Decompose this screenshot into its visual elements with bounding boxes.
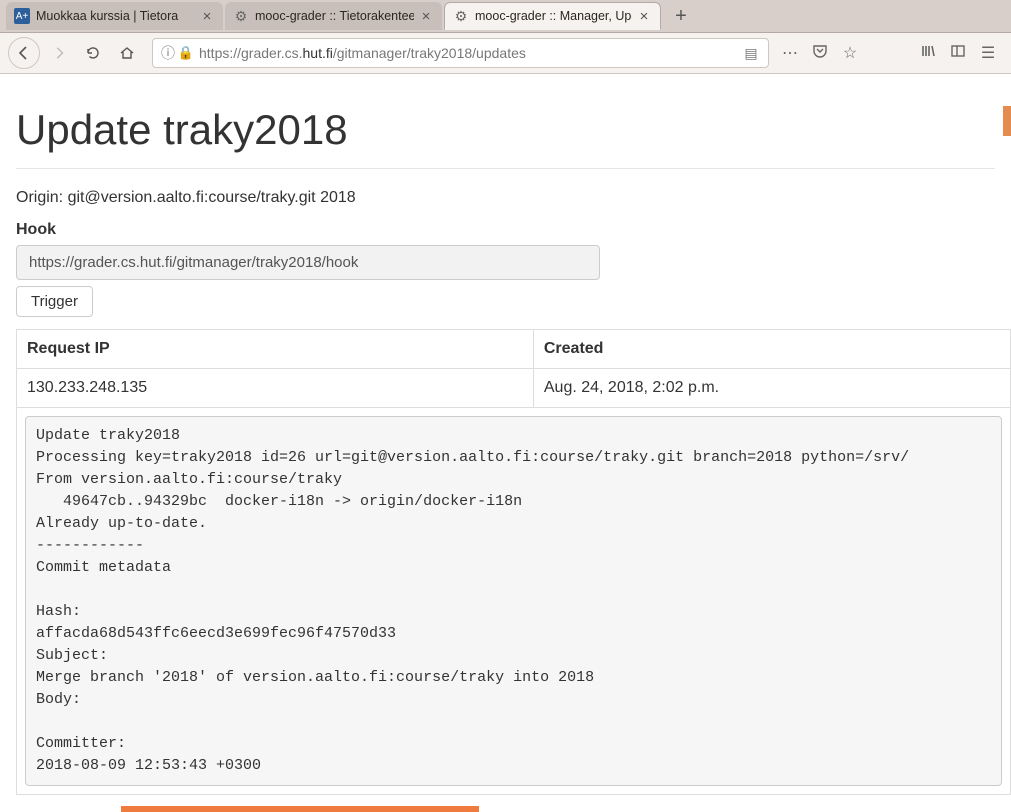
forward-button[interactable] (44, 38, 74, 68)
tab-strip: A+ Muokkaa kurssia | Tietora × ⚙ mooc-gr… (0, 0, 1011, 33)
bookmark-star-icon[interactable]: ☆ (839, 43, 861, 63)
url-bar[interactable]: ⓘ 🔒 https://grader.cs.hut.fi/gitmanager/… (152, 38, 769, 68)
table-row: 130.233.248.135 Aug. 24, 2018, 2:02 p.m. (17, 369, 1011, 408)
home-icon (119, 45, 135, 61)
col-request-ip: Request IP (17, 330, 534, 369)
cell-request-ip: 130.233.248.135 (17, 369, 534, 408)
tab-title: Muokkaa kurssia | Tietora (36, 9, 195, 23)
col-created: Created (533, 330, 1010, 369)
browser-tab-2[interactable]: ⚙ mooc-grader :: Manager, Upd × (444, 2, 661, 30)
origin-text: Origin: git@version.aalto.fi:course/trak… (16, 189, 995, 207)
toolbar-right-icons: ⋯ ☆ ☰ (779, 43, 1003, 64)
divider (16, 168, 995, 169)
back-button[interactable] (8, 37, 40, 69)
browser-toolbar: ⓘ 🔒 https://grader.cs.hut.fi/gitmanager/… (0, 33, 1011, 74)
browser-tab-1[interactable]: ⚙ mooc-grader :: Tietorakentee × (225, 2, 442, 30)
build-log: Update traky2018 Processing key=traky201… (25, 416, 1002, 786)
close-icon[interactable]: × (636, 8, 652, 25)
library-icon[interactable] (917, 43, 939, 64)
url-text: https://grader.cs.hut.fi/gitmanager/trak… (199, 45, 740, 61)
hook-label: Hook (16, 221, 995, 239)
cell-created: Aug. 24, 2018, 2:02 p.m. (533, 369, 1010, 408)
lock-icon: 🔒 (177, 45, 195, 61)
page-content: Update traky2018 Origin: git@version.aal… (0, 106, 1011, 795)
hook-url-input[interactable] (16, 245, 600, 280)
trigger-button[interactable]: Trigger (16, 286, 93, 317)
gear-icon: ⚙ (453, 8, 469, 24)
close-icon[interactable]: × (418, 8, 434, 25)
content-scrollbar[interactable] (1003, 106, 1011, 136)
tab-title: mooc-grader :: Manager, Upd (475, 9, 632, 23)
page-actions-icon[interactable]: ⋯ (779, 43, 801, 63)
reload-icon (85, 45, 101, 61)
sidebar-icon[interactable] (947, 43, 969, 64)
arrow-right-icon (52, 46, 66, 60)
tab-title: mooc-grader :: Tietorakentee (255, 9, 414, 23)
close-icon[interactable]: × (199, 8, 215, 25)
arrow-left-icon (16, 45, 32, 61)
new-tab-button[interactable]: + (667, 2, 695, 30)
browser-tab-0[interactable]: A+ Muokkaa kurssia | Tietora × (6, 2, 223, 30)
page-title: Update traky2018 (16, 106, 995, 154)
browser-chrome: A+ Muokkaa kurssia | Tietora × ⚙ mooc-gr… (0, 0, 1011, 74)
site-info-icon[interactable]: ⓘ (159, 43, 177, 63)
loading-progress-bar (121, 806, 479, 812)
reader-mode-icon[interactable]: ▤ (740, 45, 762, 62)
menu-icon[interactable]: ☰ (977, 43, 999, 63)
updates-table: Request IP Created 130.233.248.135 Aug. … (16, 329, 1011, 795)
reload-button[interactable] (78, 38, 108, 68)
table-header-row: Request IP Created (17, 330, 1011, 369)
home-button[interactable] (112, 38, 142, 68)
gear-icon: ⚙ (233, 8, 249, 24)
hook-group: Trigger (16, 245, 995, 317)
aplus-icon: A+ (14, 8, 30, 24)
table-log-row: Update traky2018 Processing key=traky201… (17, 408, 1011, 795)
pocket-icon[interactable] (809, 43, 831, 64)
